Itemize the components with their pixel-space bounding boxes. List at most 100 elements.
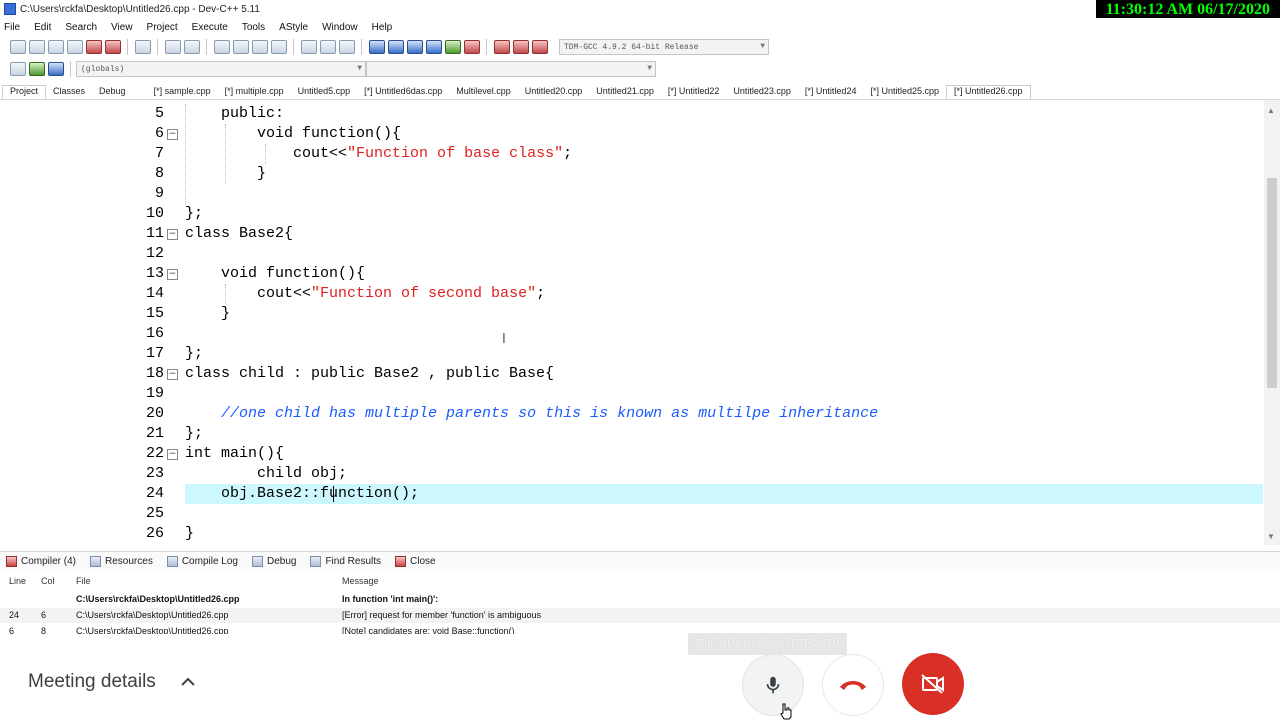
rebuild-icon[interactable]: [426, 40, 442, 54]
save-icon[interactable]: [48, 40, 64, 54]
undo-icon[interactable]: [165, 40, 181, 54]
indent-icon[interactable]: [301, 40, 317, 54]
code-line[interactable]: //one child has multiple parents so this…: [185, 404, 878, 424]
menu-project[interactable]: Project: [147, 22, 178, 33]
hangup-button[interactable]: [823, 655, 883, 715]
scroll-up-icon[interactable]: ▲: [1267, 106, 1275, 115]
menu-edit[interactable]: Edit: [34, 22, 51, 33]
file-tab[interactable]: Untitled20.cpp: [518, 86, 590, 99]
code-line[interactable]: }: [185, 304, 230, 324]
delete-profile-icon[interactable]: [513, 40, 529, 54]
menu-tools[interactable]: Tools: [242, 22, 265, 33]
code-editor[interactable]: 5 public: 6− void function(){7 cout<<"Fun…: [138, 100, 1264, 545]
class-scope-select[interactable]: (globals) ▼: [76, 61, 366, 77]
menu-help[interactable]: Help: [372, 22, 393, 33]
tab-project[interactable]: Project: [2, 85, 47, 99]
menu-astyle[interactable]: AStyle: [279, 22, 308, 33]
tab-find-results[interactable]: Find Results: [310, 556, 381, 567]
scrollbar-thumb[interactable]: [1267, 178, 1277, 388]
member-select[interactable]: ▼: [366, 61, 656, 77]
file-tab[interactable]: Multilevel.cpp: [449, 86, 518, 99]
file-tab[interactable]: [*] Untitled24: [798, 86, 864, 99]
tab-debug[interactable]: Debug: [92, 86, 133, 99]
toggle-bookmark-icon[interactable]: [29, 62, 45, 76]
compile-icon[interactable]: [369, 40, 385, 54]
replace-icon[interactable]: [233, 40, 249, 54]
menu-window[interactable]: Window: [322, 22, 358, 33]
microphone-button[interactable]: [743, 655, 803, 715]
code-line[interactable]: child obj;: [185, 464, 347, 484]
fold-toggle-icon[interactable]: −: [167, 449, 178, 460]
close-file-icon[interactable]: [86, 40, 102, 54]
file-tab[interactable]: [*] Untitled25.cpp: [863, 86, 946, 99]
redo-icon[interactable]: [184, 40, 200, 54]
file-tab[interactable]: [*] multiple.cpp: [218, 86, 291, 99]
meeting-details-label[interactable]: Meeting details: [28, 671, 156, 693]
menu-execute[interactable]: Execute: [192, 22, 228, 33]
code-line[interactable]: };: [185, 204, 203, 224]
find-icon[interactable]: [214, 40, 230, 54]
col-header-message[interactable]: Message: [342, 576, 379, 586]
file-tab-active[interactable]: [*] Untitled26.cpp: [946, 85, 1031, 99]
message-row[interactable]: C:\Users\rckfa\Desktop\Untitled26.cpp In…: [0, 592, 1280, 607]
col-header-line[interactable]: Line: [9, 576, 26, 586]
message-row[interactable]: 6 8 C:\Users\rckfa\Desktop\Untitled26.cp…: [0, 624, 1280, 634]
code-line[interactable]: }: [185, 524, 194, 544]
project-browser-panel[interactable]: [0, 100, 138, 545]
find-next-icon[interactable]: [252, 40, 268, 54]
code-line[interactable]: obj.Base2::function();: [185, 484, 1263, 504]
code-line[interactable]: class Base2{: [185, 224, 293, 244]
file-tab[interactable]: Untitled23.cpp: [726, 86, 798, 99]
insert-icon[interactable]: [10, 62, 26, 76]
close-all-icon[interactable]: [105, 40, 121, 54]
code-line[interactable]: };: [185, 424, 203, 444]
file-tab[interactable]: Untitled5.cpp: [291, 86, 358, 99]
camera-toggle-button[interactable]: [902, 653, 964, 715]
unindent-icon[interactable]: [320, 40, 336, 54]
open-file-icon[interactable]: [29, 40, 45, 54]
file-tab[interactable]: Untitled21.cpp: [589, 86, 661, 99]
col-header-file[interactable]: File: [76, 576, 91, 586]
code-line[interactable]: class child : public Base2 , public Base…: [185, 364, 554, 384]
message-row[interactable]: 24 6 C:\Users\rckfa\Desktop\Untitled26.c…: [0, 608, 1280, 623]
goto-bookmark-icon[interactable]: [48, 62, 64, 76]
code-line[interactable]: void function(){: [185, 264, 365, 284]
editor-scrollbar[interactable]: ▲ ▼: [1264, 100, 1280, 545]
code-line[interactable]: int main(){: [185, 444, 284, 464]
menu-search[interactable]: Search: [65, 22, 97, 33]
tab-resources[interactable]: Resources: [90, 556, 153, 567]
code-line[interactable]: cout<<"Function of base class";: [185, 144, 572, 164]
tab-close[interactable]: Close: [395, 556, 436, 567]
code-line[interactable]: };: [185, 344, 203, 364]
file-tab[interactable]: [*] Untitled6das.cpp: [357, 86, 449, 99]
run-icon[interactable]: [388, 40, 404, 54]
print-icon[interactable]: [135, 40, 151, 54]
compiler-select[interactable]: TDM-GCC 4.9.2 64-bit Release ▼: [559, 39, 769, 55]
fold-toggle-icon[interactable]: −: [167, 229, 178, 240]
code-line[interactable]: void function(){: [185, 124, 401, 144]
file-tab[interactable]: [*] sample.cpp: [147, 86, 218, 99]
goto-line-icon[interactable]: [271, 40, 287, 54]
fold-toggle-icon[interactable]: −: [167, 369, 178, 380]
tab-classes[interactable]: Classes: [46, 86, 92, 99]
syntax-check-icon[interactable]: [445, 40, 461, 54]
debug-icon[interactable]: [532, 40, 548, 54]
menu-file[interactable]: File: [4, 22, 20, 33]
save-all-icon[interactable]: [67, 40, 83, 54]
code-line[interactable]: public:: [185, 104, 284, 124]
col-header-col[interactable]: Col: [41, 576, 55, 586]
file-tab[interactable]: [*] Untitled22: [661, 86, 727, 99]
fold-toggle-icon[interactable]: −: [167, 129, 178, 140]
tab-output-debug[interactable]: Debug: [251, 556, 296, 567]
chevron-up-icon[interactable]: [179, 673, 197, 691]
compile-run-icon[interactable]: [407, 40, 423, 54]
toggle-comment-icon[interactable]: [339, 40, 355, 54]
fold-toggle-icon[interactable]: −: [167, 269, 178, 280]
profile-icon[interactable]: [494, 40, 510, 54]
new-file-icon[interactable]: [10, 40, 26, 54]
tab-compiler[interactable]: Compiler (4): [6, 556, 76, 567]
code-line[interactable]: cout<<"Function of second base";: [185, 284, 545, 304]
stop-execution-icon[interactable]: [464, 40, 480, 54]
scroll-down-icon[interactable]: ▼: [1267, 532, 1275, 541]
tab-compile-log[interactable]: Compile Log: [166, 556, 238, 567]
